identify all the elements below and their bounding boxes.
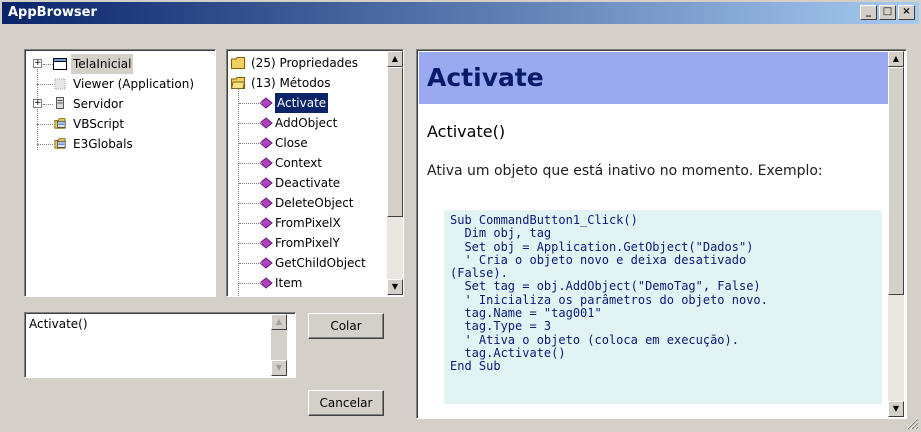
scroll-down-button[interactable]: ▼: [271, 360, 287, 376]
title-bar[interactable]: AppBrowser _ □ ×: [2, 2, 919, 24]
method-label: GetChildObject: [275, 256, 366, 270]
method-signature: Activate(): [427, 122, 506, 141]
expand-icon[interactable]: +: [33, 99, 42, 108]
scroll-up-button[interactable]: ▲: [387, 51, 403, 67]
help-header: Activate: [419, 52, 888, 104]
scroll-thumb[interactable]: [387, 67, 403, 217]
tree-item-label: (25) Propriedades: [251, 56, 358, 70]
method-icon: [259, 237, 273, 249]
tree-item-label: TelaInicial: [71, 54, 134, 74]
maximize-button[interactable]: □: [879, 5, 896, 20]
screen-icon: [53, 58, 67, 70]
method-icon: [259, 277, 273, 289]
minimize-button[interactable]: _: [860, 5, 877, 20]
resize-grip-icon[interactable]: [905, 416, 919, 430]
method-icon: [259, 117, 273, 129]
method-label: DeleteObject: [275, 196, 354, 210]
preview-textbox[interactable]: Activate(): [24, 312, 296, 378]
code-example: Sub CommandButton1_Click() Dim obj, tag …: [444, 210, 882, 404]
scroll-down-button[interactable]: ▼: [888, 401, 904, 417]
method-label: FromPixelX: [275, 216, 341, 230]
method-icon: [259, 217, 273, 229]
script-folder-icon: [54, 118, 66, 129]
title-bar-buttons: _ □ ×: [860, 5, 915, 20]
method-icon: [259, 197, 273, 209]
preview-text: Activate(): [29, 317, 88, 331]
members-tree[interactable]: (25) Propriedades (13) Métodos Activate A…: [226, 49, 404, 297]
help-scrollbar[interactable]: ▲ ▼: [888, 51, 904, 417]
help-panel: Activate Activate() Ativa um objeto que …: [416, 49, 907, 419]
globals-folder-icon: [54, 138, 66, 149]
scroll-up-button[interactable]: ▲: [888, 51, 904, 67]
scroll-down-button[interactable]: ▼: [387, 279, 403, 295]
preview-scrollbar[interactable]: ▲ ▼: [271, 314, 287, 376]
expand-icon[interactable]: +: [33, 59, 42, 68]
method-label: Item: [275, 276, 303, 290]
method-icon: [259, 137, 273, 149]
method-icon: [259, 157, 273, 169]
method-label: Activate: [275, 93, 329, 113]
method-label: FromPixelY: [275, 236, 340, 250]
members-scrollbar[interactable]: ▲ ▼: [387, 51, 403, 295]
tree-item-label: E3Globals: [73, 137, 133, 151]
method-label: Close: [275, 136, 308, 150]
paste-button[interactable]: Colar: [308, 313, 384, 339]
method-description: Ativa um objeto que está inativo no mome…: [427, 163, 823, 179]
tree-item-label: Servidor: [73, 97, 124, 111]
tree-item-label: (13) Métodos: [251, 76, 331, 90]
method-label: AddObject: [275, 116, 338, 130]
tree-item-label: Viewer (Application): [73, 77, 195, 91]
appbrowser-window: AppBrowser _ □ × + TelaInicial Viewer (A…: [0, 0, 921, 432]
method-label: Deactivate: [275, 176, 341, 190]
server-icon: [56, 97, 64, 109]
window-title: AppBrowser: [8, 5, 97, 20]
method-icon: [259, 177, 273, 189]
close-button[interactable]: ×: [898, 5, 915, 20]
cancel-button[interactable]: Cancelar: [308, 390, 384, 416]
viewer-icon: [54, 78, 66, 90]
folder-icon: [231, 57, 245, 69]
scroll-up-button[interactable]: ▲: [271, 314, 287, 330]
objects-tree[interactable]: + TelaInicial Viewer (Application) + Ser…: [24, 49, 216, 297]
method-icon: [259, 97, 273, 109]
tree-item-label: VBScript: [73, 117, 125, 131]
method-label: Context: [275, 156, 323, 170]
method-icon: [259, 257, 273, 269]
scroll-thumb[interactable]: [888, 67, 904, 295]
